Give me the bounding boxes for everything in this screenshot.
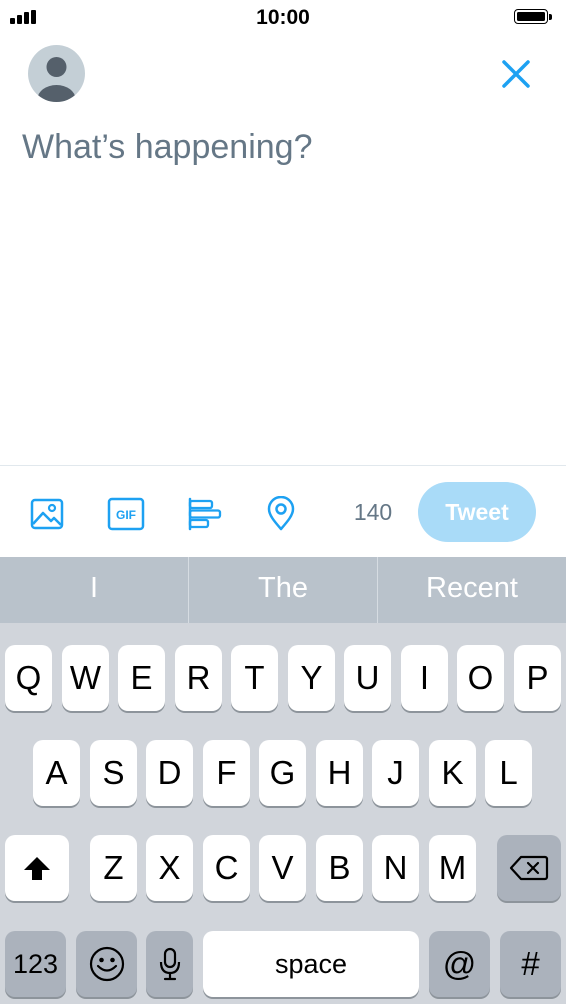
compose-toolbar: GIF 140 Tweet bbox=[0, 465, 566, 558]
gif-icon: GIF bbox=[107, 497, 145, 531]
location-icon bbox=[267, 496, 295, 531]
backspace-icon bbox=[509, 855, 549, 881]
numbers-key[interactable]: 123 bbox=[5, 931, 66, 997]
key-i[interactable]: I bbox=[401, 645, 448, 711]
keyboard: Q W E R T Y U I O P A S D F G H J K L Z … bbox=[0, 623, 566, 1004]
key-k[interactable]: K bbox=[429, 740, 476, 806]
suggestion-2[interactable]: The bbox=[189, 557, 377, 623]
key-v[interactable]: V bbox=[259, 835, 306, 901]
add-gif-button[interactable]: GIF bbox=[106, 494, 146, 534]
key-g[interactable]: G bbox=[259, 740, 306, 806]
key-m[interactable]: M bbox=[429, 835, 476, 901]
emoji-icon bbox=[89, 946, 124, 982]
key-l[interactable]: L bbox=[485, 740, 532, 806]
hash-key[interactable]: # bbox=[500, 931, 561, 997]
key-r[interactable]: R bbox=[175, 645, 222, 711]
at-key[interactable]: @ bbox=[429, 931, 490, 997]
microphone-icon bbox=[159, 947, 180, 981]
key-q[interactable]: Q bbox=[5, 645, 52, 711]
key-d[interactable]: D bbox=[146, 740, 193, 806]
emoji-key[interactable] bbox=[76, 931, 137, 997]
key-b[interactable]: B bbox=[316, 835, 363, 901]
user-avatar[interactable] bbox=[28, 45, 85, 102]
shift-key[interactable] bbox=[5, 835, 69, 901]
image-icon bbox=[30, 498, 64, 530]
space-key[interactable]: space bbox=[203, 931, 419, 997]
key-u[interactable]: U bbox=[344, 645, 391, 711]
add-location-button[interactable] bbox=[261, 494, 301, 534]
key-y[interactable]: Y bbox=[288, 645, 335, 711]
key-h[interactable]: H bbox=[316, 740, 363, 806]
key-e[interactable]: E bbox=[118, 645, 165, 711]
gif-label: GIF bbox=[116, 508, 136, 522]
key-o[interactable]: O bbox=[457, 645, 504, 711]
character-count: 140 bbox=[353, 499, 393, 525]
avatar-silhouette-icon bbox=[37, 57, 76, 102]
key-x[interactable]: X bbox=[146, 835, 193, 901]
tweet-button[interactable]: Tweet bbox=[418, 482, 536, 542]
poll-icon bbox=[188, 497, 222, 531]
suggestion-1[interactable]: I bbox=[0, 557, 188, 623]
microphone-key[interactable] bbox=[146, 931, 193, 997]
key-f[interactable]: F bbox=[203, 740, 250, 806]
tweet-compose-input[interactable] bbox=[22, 128, 542, 448]
key-p[interactable]: P bbox=[514, 645, 561, 711]
status-bar: 10:00 bbox=[0, 0, 566, 36]
key-c[interactable]: C bbox=[203, 835, 250, 901]
key-s[interactable]: S bbox=[90, 740, 137, 806]
key-n[interactable]: N bbox=[372, 835, 419, 901]
backspace-key[interactable] bbox=[497, 835, 561, 901]
key-w[interactable]: W bbox=[62, 645, 109, 711]
predictive-text-bar: I The Recent bbox=[0, 557, 566, 623]
close-button[interactable] bbox=[496, 54, 536, 94]
add-poll-button[interactable] bbox=[184, 494, 224, 534]
key-a[interactable]: A bbox=[33, 740, 80, 806]
shift-icon bbox=[24, 857, 50, 880]
suggestion-3[interactable]: Recent bbox=[378, 557, 566, 623]
key-t[interactable]: T bbox=[231, 645, 278, 711]
key-j[interactable]: J bbox=[372, 740, 419, 806]
key-z[interactable]: Z bbox=[90, 835, 137, 901]
add-image-button[interactable] bbox=[27, 494, 67, 534]
close-icon bbox=[502, 60, 530, 88]
battery-icon bbox=[514, 9, 554, 26]
status-time: 10:00 bbox=[256, 6, 310, 29]
